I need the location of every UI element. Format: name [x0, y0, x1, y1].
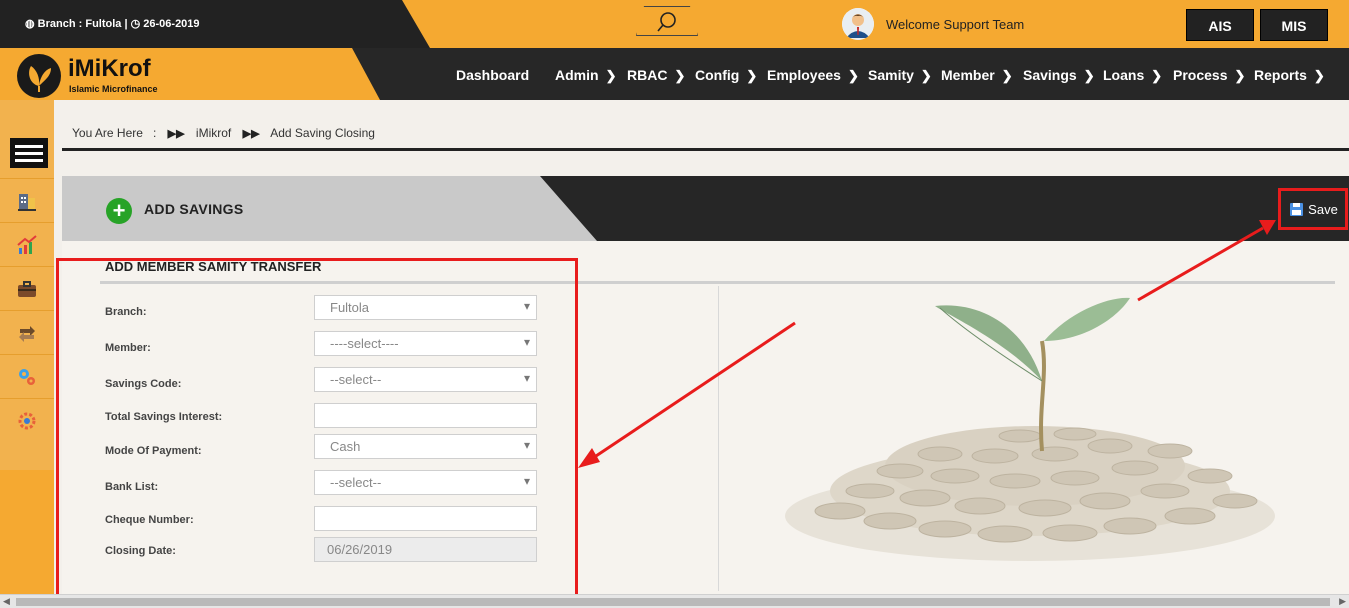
- chevron-right-icon: ❯: [674, 68, 686, 83]
- chevron-right-icon: ❯: [746, 68, 758, 83]
- hamburger-menu-icon[interactable]: [10, 138, 48, 168]
- settings-icon[interactable]: [0, 398, 54, 442]
- scrollbar-thumb[interactable]: [16, 598, 1330, 606]
- breadcrumb: You Are Here : ▶▶ iMikrof ▶▶ Add Saving …: [72, 126, 375, 140]
- clock-icon: ◷: [130, 18, 141, 30]
- chevron-right-icon: ❯: [920, 68, 932, 83]
- chevron-right-icon: ❯: [1151, 68, 1163, 83]
- ais-button[interactable]: AIS: [1186, 9, 1254, 41]
- transfer-icon[interactable]: [0, 310, 54, 354]
- briefcase-icon[interactable]: [0, 266, 54, 310]
- search-icon: [657, 12, 676, 32]
- column-divider: [718, 286, 719, 591]
- chart-icon[interactable]: [0, 222, 54, 266]
- nav-dashboard[interactable]: Dashboard: [456, 67, 529, 83]
- horizontal-scrollbar[interactable]: ◀ ▶: [0, 594, 1349, 608]
- plus-circle-icon: +: [106, 198, 132, 224]
- nav-savings[interactable]: Savings ❯: [1023, 67, 1095, 84]
- search-button[interactable]: [636, 6, 698, 36]
- logo-subtitle: Islamic Microfinance: [69, 84, 158, 94]
- nav-reports[interactable]: Reports ❯: [1254, 67, 1325, 84]
- welcome-text: Welcome Support Team: [886, 17, 1025, 32]
- globe-icon: ◍: [25, 18, 35, 30]
- breadcrumb-current: Add Saving Closing: [270, 126, 375, 140]
- nav-member[interactable]: Member ❯: [941, 67, 1013, 84]
- logo-title[interactable]: iMiKrof: [68, 55, 151, 83]
- breadcrumb-separator: :: [152, 126, 157, 140]
- breadcrumb-home[interactable]: iMikrof: [196, 126, 231, 140]
- building-icon[interactable]: [0, 178, 54, 222]
- nav-process[interactable]: Process ❯: [1173, 67, 1245, 84]
- branch-label: Branch : Fultola |: [37, 18, 128, 30]
- chevron-right-icon: ❯: [605, 68, 617, 83]
- divider: [62, 148, 1349, 151]
- double-arrow-icon: ▶▶: [167, 128, 185, 140]
- savings-plant-illustration: [785, 297, 1275, 561]
- chevron-right-icon: ❯: [1001, 68, 1013, 83]
- nav-admin[interactable]: Admin ❯: [555, 67, 616, 84]
- scroll-right-icon[interactable]: ▶: [1339, 596, 1346, 607]
- mis-button[interactable]: MIS: [1260, 9, 1328, 41]
- top-bar: ◍ Branch : Fultola | ◷ 26-06-2019 Welcom…: [0, 0, 1349, 48]
- chevron-right-icon: ❯: [847, 68, 859, 83]
- nav-rbac[interactable]: RBAC ❯: [627, 67, 685, 84]
- gears-icon[interactable]: [0, 354, 54, 398]
- user-icon: [842, 8, 874, 40]
- logo-icon[interactable]: [17, 54, 61, 98]
- scroll-left-icon[interactable]: ◀: [3, 596, 10, 607]
- double-arrow-icon: ▶▶: [242, 128, 260, 140]
- current-date: 26-06-2019: [143, 18, 200, 30]
- branch-info: ◍ Branch : Fultola | ◷ 26-06-2019: [25, 17, 200, 30]
- panel-header: [62, 176, 1349, 241]
- highlight-box-form: [56, 258, 578, 598]
- breadcrumb-label: You Are Here: [72, 126, 143, 140]
- nav-samity[interactable]: Samity ❯: [868, 67, 932, 84]
- panel-title: ADD SAVINGS: [144, 201, 244, 217]
- chevron-right-icon: ❯: [1083, 68, 1095, 83]
- chevron-right-icon: ❯: [1313, 68, 1325, 83]
- nav-config[interactable]: Config ❯: [695, 67, 757, 84]
- nav-loans[interactable]: Loans ❯: [1103, 67, 1162, 84]
- avatar[interactable]: [842, 8, 874, 40]
- chevron-right-icon: ❯: [1234, 68, 1246, 83]
- nav-employees[interactable]: Employees ❯: [767, 67, 859, 84]
- highlight-box-save: [1278, 188, 1348, 230]
